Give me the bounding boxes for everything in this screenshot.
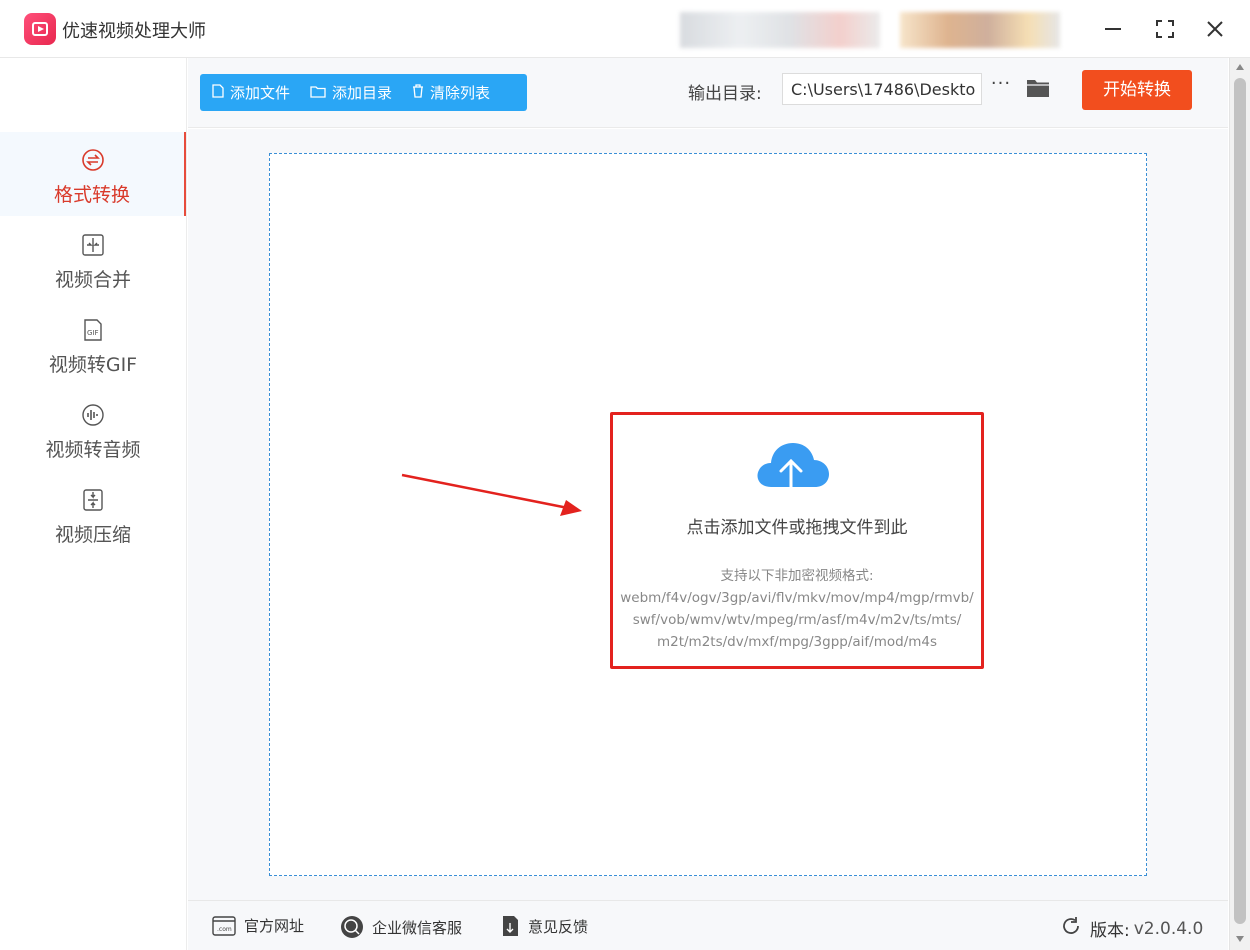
feedback-icon — [500, 915, 520, 937]
version-info: 版本: v2.0.4.0 — [1060, 915, 1203, 942]
add-file-label: 添加文件 — [230, 84, 291, 102]
app-logo — [24, 13, 56, 45]
title-bar: 优速视频处理大师 — [0, 0, 1250, 58]
feedback-label: 意见反馈 — [528, 917, 589, 936]
file-button-group: 添加文件 添加目录 清除列表 — [200, 74, 527, 111]
version-label: 版本: — [1090, 921, 1130, 941]
wechat-icon — [340, 915, 364, 939]
formats-line: m2t/m2ts/dv/mxf/mpg/3gpp/aif/mod/m4s — [656, 634, 938, 650]
blurred-user-avatar — [900, 12, 1060, 48]
start-convert-button[interactable]: 开始转换 — [1082, 70, 1192, 110]
add-directory-label: 添加目录 — [332, 84, 393, 102]
annotation-arrow — [401, 473, 582, 516]
toolbar: 添加文件 添加目录 清除列表 输出目录: C:\Users\17486\Desk… — [188, 58, 1228, 128]
scroll-down-icon[interactable] — [1236, 936, 1244, 942]
svg-text:GIF: GIF — [87, 329, 99, 337]
main-area: 点击添加文件或拖拽文件到此 支持以下非加密视频格式: webm/f4v/ogv/… — [188, 129, 1228, 900]
sidebar-item-gif[interactable]: GIF 视频转GIF — [0, 302, 186, 386]
audio-icon — [81, 403, 105, 427]
output-directory-field[interactable]: C:\Users\17486\Deskto — [782, 73, 982, 105]
sidebar-item-label: 视频转GIF — [48, 354, 138, 376]
formats-line: swf/vob/wmv/wtv/mpeg/rm/asf/m4v/m2v/ts/m… — [632, 612, 962, 628]
version-number: v2.0.4.0 — [1133, 918, 1204, 939]
website-label: 官方网址 — [244, 917, 305, 935]
add-file-button[interactable]: 添加文件 — [200, 74, 298, 111]
sidebar-item-format-convert[interactable]: 格式转换 — [0, 132, 186, 216]
open-folder-icon[interactable] — [1026, 78, 1050, 98]
merge-icon — [81, 233, 105, 257]
upload-highlight-box[interactable]: 点击添加文件或拖拽文件到此 支持以下非加密视频格式: webm/f4v/ogv/… — [610, 412, 984, 669]
website-icon: .com — [212, 915, 236, 936]
add-directory-button[interactable]: 添加目录 — [298, 74, 400, 111]
dropzone-title: 点击添加文件或拖拽文件到此 — [686, 518, 908, 538]
folder-outline-icon — [310, 84, 326, 102]
gif-icon: GIF — [81, 318, 105, 342]
wechat-service-link[interactable]: 企业微信客服 — [340, 915, 462, 939]
scroll-up-icon[interactable] — [1236, 64, 1244, 70]
formats-line: webm/f4v/ogv/3gp/avi/flv/mkv/mov/mp4/mgp… — [620, 590, 974, 606]
refresh-icon[interactable] — [1060, 915, 1082, 942]
formats-heading: 支持以下非加密视频格式: — [720, 568, 874, 584]
trash-icon — [412, 83, 424, 102]
sidebar: 格式转换 视频合并 GIF 视频转GIF 视频转音频 视频压缩 — [0, 58, 187, 950]
feedback-link[interactable]: 意见反馈 — [500, 915, 588, 937]
footer: .com 官方网址 企业微信客服 意见反馈 版本: v2.0.4.0 — [188, 900, 1228, 950]
svg-text:.com: .com — [217, 926, 232, 933]
minimize-button[interactable] — [1098, 14, 1128, 44]
cloud-upload-icon — [757, 443, 829, 499]
sidebar-item-label: 视频转音频 — [45, 439, 141, 461]
maximize-button[interactable] — [1150, 14, 1180, 44]
clear-list-label: 清除列表 — [430, 84, 491, 102]
wechat-label: 企业微信客服 — [372, 918, 463, 937]
more-options-button[interactable]: ··· — [988, 73, 1014, 103]
close-button[interactable] — [1200, 14, 1230, 44]
output-directory-label: 输出目录: — [688, 84, 762, 104]
supported-formats: 支持以下非加密视频格式: webm/f4v/ogv/3gp/avi/flv/mk… — [613, 565, 981, 653]
app-title: 优速视频处理大师 — [62, 21, 206, 42]
sidebar-item-audio[interactable]: 视频转音频 — [0, 387, 186, 471]
file-dropzone[interactable]: 点击添加文件或拖拽文件到此 支持以下非加密视频格式: webm/f4v/ogv/… — [269, 153, 1147, 876]
sidebar-item-label: 视频合并 — [54, 269, 131, 291]
sidebar-item-compress[interactable]: 视频压缩 — [0, 472, 186, 556]
vertical-scrollbar[interactable] — [1229, 58, 1250, 950]
scroll-thumb[interactable] — [1234, 78, 1246, 924]
compress-icon — [81, 488, 105, 512]
format-convert-icon — [81, 148, 105, 172]
blurred-account-info — [680, 12, 880, 48]
sidebar-item-label: 视频压缩 — [54, 524, 131, 546]
website-link[interactable]: .com 官方网址 — [212, 915, 304, 936]
sidebar-item-label: 格式转换 — [53, 184, 130, 206]
file-icon — [212, 83, 224, 102]
sidebar-item-merge[interactable]: 视频合并 — [0, 217, 186, 301]
clear-list-button[interactable]: 清除列表 — [400, 74, 498, 111]
